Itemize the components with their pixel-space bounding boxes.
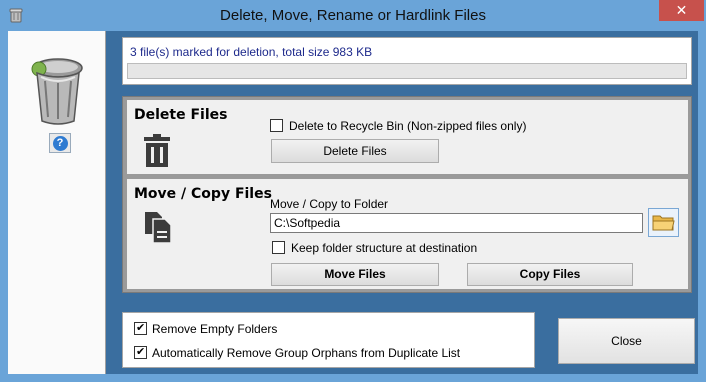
remove-empty-folders-label: Remove Empty Folders [152,322,278,336]
remove-orphans-label: Automatically Remove Group Orphans from … [152,346,461,360]
keep-structure-checkbox[interactable] [272,241,285,254]
recycle-bin-label: Delete to Recycle Bin (Non-zipped files … [289,119,527,133]
delete-files-button[interactable]: Delete Files [271,139,439,163]
delete-section: Delete Files Delete to Recycle Bin (Non-… [127,100,688,174]
help-icon: ? [52,135,68,151]
recycle-bin-checkbox[interactable] [270,119,283,132]
sidebar: ? [8,31,106,374]
status-panel: 3 file(s) marked for deletion, total siz… [122,37,692,85]
copy-files-icon [143,210,175,244]
recycle-bin-icon [27,55,85,125]
move-files-button[interactable]: Move Files [271,263,439,286]
window-close-button[interactable]: ✕ [659,0,704,21]
close-button[interactable]: Close [558,318,695,364]
folder-path-input[interactable]: C:\Softpedia [270,213,643,233]
help-button[interactable]: ? [49,133,71,153]
copy-files-button[interactable]: Copy Files [467,263,633,286]
options-panel: Remove Empty Folders Automatically Remov… [122,312,535,368]
folder-label: Move / Copy to Folder [270,197,389,211]
remove-orphans-checkbox[interactable] [134,345,147,359]
operations-panel: Delete Files Delete to Recycle Bin (Non-… [122,96,692,293]
delete-section-title: Delete Files [134,107,228,123]
title-bar: Delete, Move, Rename or Hardlink Files ✕ [0,0,706,31]
folder-icon [652,215,675,231]
move-copy-section: Move / Copy Files Move / Copy to Folder … [127,179,688,289]
remove-empty-folders-checkbox[interactable] [134,321,147,335]
window-title: Delete, Move, Rename or Hardlink Files [220,7,486,24]
progress-bar [127,63,687,79]
trash-icon [143,134,171,168]
move-copy-section-title: Move / Copy Files [134,186,272,202]
keep-structure-label: Keep folder structure at destination [291,241,478,255]
status-text: 3 file(s) marked for deletion, total siz… [130,45,373,59]
browse-folder-button[interactable] [648,208,679,237]
